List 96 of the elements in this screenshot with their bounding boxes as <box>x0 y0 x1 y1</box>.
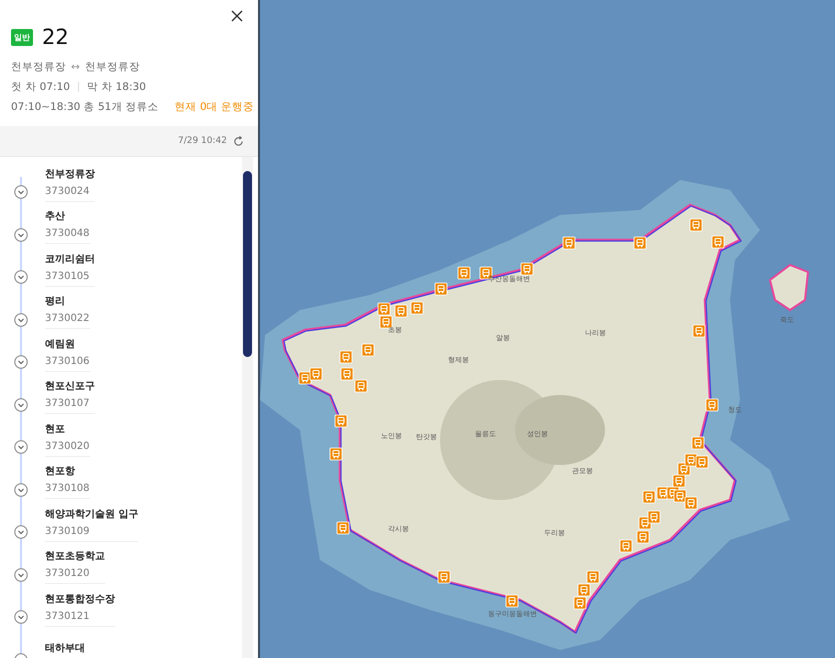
chevron-down-icon[interactable] <box>14 482 28 497</box>
stop-item[interactable]: 해양과학기술원 입구 3730109 <box>0 503 242 546</box>
chevron-down-icon[interactable] <box>14 610 28 624</box>
update-time: 7/29 10:42 <box>178 136 227 146</box>
bus-stop-icon[interactable] <box>692 436 704 450</box>
stop-id: 3730109 <box>45 526 91 537</box>
bus-stop-icon[interactable] <box>634 236 646 250</box>
stop-id: 3730020 <box>45 440 90 452</box>
bus-stop-icon[interactable] <box>410 302 424 314</box>
last-bus-time: 막 차 18:30 <box>86 80 146 94</box>
bus-stop-icon[interactable] <box>562 236 576 250</box>
stop-name: 현포초등학교 <box>45 550 105 564</box>
stop-item[interactable]: 코끼리쉼터 3730105 <box>0 248 242 290</box>
scrollbar-thumb[interactable] <box>243 171 252 357</box>
bus-stop-icon[interactable] <box>620 540 632 552</box>
bus-stop-icon[interactable] <box>690 218 702 232</box>
stop-name: 해양과학기술원 입구 <box>45 508 138 521</box>
stop-item[interactable]: 태하부대 <box>0 630 242 658</box>
route-terminal: 천부정류장 <box>11 60 66 74</box>
bus-stop-icon[interactable] <box>684 454 698 466</box>
bus-stop-icon[interactable] <box>672 474 686 488</box>
chevron-down-icon[interactable] <box>14 355 28 370</box>
stop-name: 예림원 <box>45 338 76 351</box>
stop-name: 현포항 <box>45 465 76 478</box>
stop-item[interactable]: 현포신포구 3730107 <box>0 376 242 418</box>
stop-id: 3730121 <box>45 610 91 622</box>
bus-stop-icon[interactable] <box>586 570 600 584</box>
stop-name: 평리 <box>45 295 66 308</box>
bus-stop-icon[interactable] <box>458 266 470 280</box>
bus-stop-icon[interactable] <box>578 584 590 596</box>
bus-stop-icon[interactable] <box>684 496 698 510</box>
stop-item[interactable]: 현포통합정수장 3730121 <box>0 588 242 630</box>
bus-stop-icon[interactable] <box>434 282 448 296</box>
bus-stop-icon[interactable] <box>696 456 708 468</box>
bus-stop-icon[interactable] <box>574 596 586 610</box>
bus-stop-icon[interactable] <box>336 522 350 534</box>
stop-item[interactable]: 현포 3730020 <box>0 418 242 460</box>
chevron-down-icon[interactable] <box>14 228 28 242</box>
stop-item[interactable]: 평리 3730022 <box>0 290 242 333</box>
stop-id: 3730024 <box>45 186 91 197</box>
bus-stop-icon[interactable] <box>674 490 686 502</box>
route-number: 22 <box>42 25 69 49</box>
bus-stop-icon[interactable] <box>310 368 322 380</box>
stop-id: 3730108 <box>45 483 90 494</box>
bus-stop-icon[interactable] <box>380 316 392 328</box>
stop-name: 천부정류장 <box>45 168 95 181</box>
bus-stop-icon[interactable] <box>648 510 660 524</box>
chevron-down-icon[interactable] <box>14 398 28 412</box>
stop-id: 3730048 <box>45 228 90 240</box>
bus-stop-icon[interactable] <box>438 570 450 584</box>
stop-name: 현포통합정수장 <box>45 592 115 606</box>
chevron-down-icon[interactable] <box>14 270 28 284</box>
bus-stop-icon[interactable] <box>712 236 724 248</box>
running-status: 현재 0대 운행중 <box>174 100 254 114</box>
stop-name: 추산 <box>45 210 66 224</box>
stop-item[interactable]: 현포항 3730108 <box>0 460 242 503</box>
stop-id: 3730022 <box>45 313 90 324</box>
chevron-down-icon[interactable] <box>14 440 28 454</box>
bus-stop-icon[interactable] <box>298 372 312 384</box>
bus-stop-icon[interactable] <box>642 490 656 504</box>
both-ways-arrow: ↔ <box>71 61 80 73</box>
stop-name: 현포 <box>45 422 66 436</box>
stop-id: 3730107 <box>45 398 91 410</box>
bus-stop-icon[interactable] <box>692 324 706 338</box>
bus-stop-icon[interactable] <box>378 302 390 316</box>
stop-item[interactable]: 추산 3730048 <box>0 206 242 248</box>
chevron-down-icon[interactable] <box>14 185 28 200</box>
bus-stop-icon[interactable] <box>340 368 354 380</box>
stop-id: 3730120 <box>45 568 91 580</box>
bus-stop-icon[interactable] <box>636 530 650 544</box>
bus-stop-icon[interactable] <box>334 414 348 428</box>
chevron-down-icon[interactable] <box>14 312 28 327</box>
bus-stop-icon[interactable] <box>362 344 374 356</box>
bus-stop-icon[interactable] <box>330 448 342 460</box>
stop-id: 3730106 <box>45 356 90 367</box>
refresh-icon[interactable] <box>233 136 244 146</box>
bus-stop-icon[interactable] <box>340 350 352 364</box>
stop-item[interactable]: 현포초등학교 3730120 <box>0 546 242 588</box>
bus-stop-icon[interactable] <box>354 380 368 392</box>
route-terminal: 천부정류장 <box>84 60 140 74</box>
route-type-badge: 일반 <box>11 28 33 46</box>
bus-stop-icon[interactable] <box>706 398 718 412</box>
stop-name: 코끼리쉼터 <box>45 252 95 266</box>
stop-item[interactable]: 예림원 3730106 <box>0 333 242 376</box>
bus-stop-icon[interactable] <box>506 594 518 608</box>
bus-stop-icon[interactable] <box>520 262 534 276</box>
close-button[interactable] <box>229 8 245 24</box>
stop-item[interactable]: 천부정류장 3730024 <box>0 163 242 206</box>
chevron-down-icon[interactable] <box>14 525 28 540</box>
route-summary: 07:10~18:30 총 51개 정류소 <box>11 100 159 114</box>
chevron-down-icon[interactable] <box>14 568 28 582</box>
bus-stop-icon[interactable] <box>394 304 408 318</box>
first-bus-time: 첫 차 07:10 <box>11 80 70 94</box>
stop-name: 현포신포구 <box>45 380 95 394</box>
stop-name: 태하부대 <box>45 642 85 655</box>
stop-id: 3730105 <box>45 270 91 282</box>
